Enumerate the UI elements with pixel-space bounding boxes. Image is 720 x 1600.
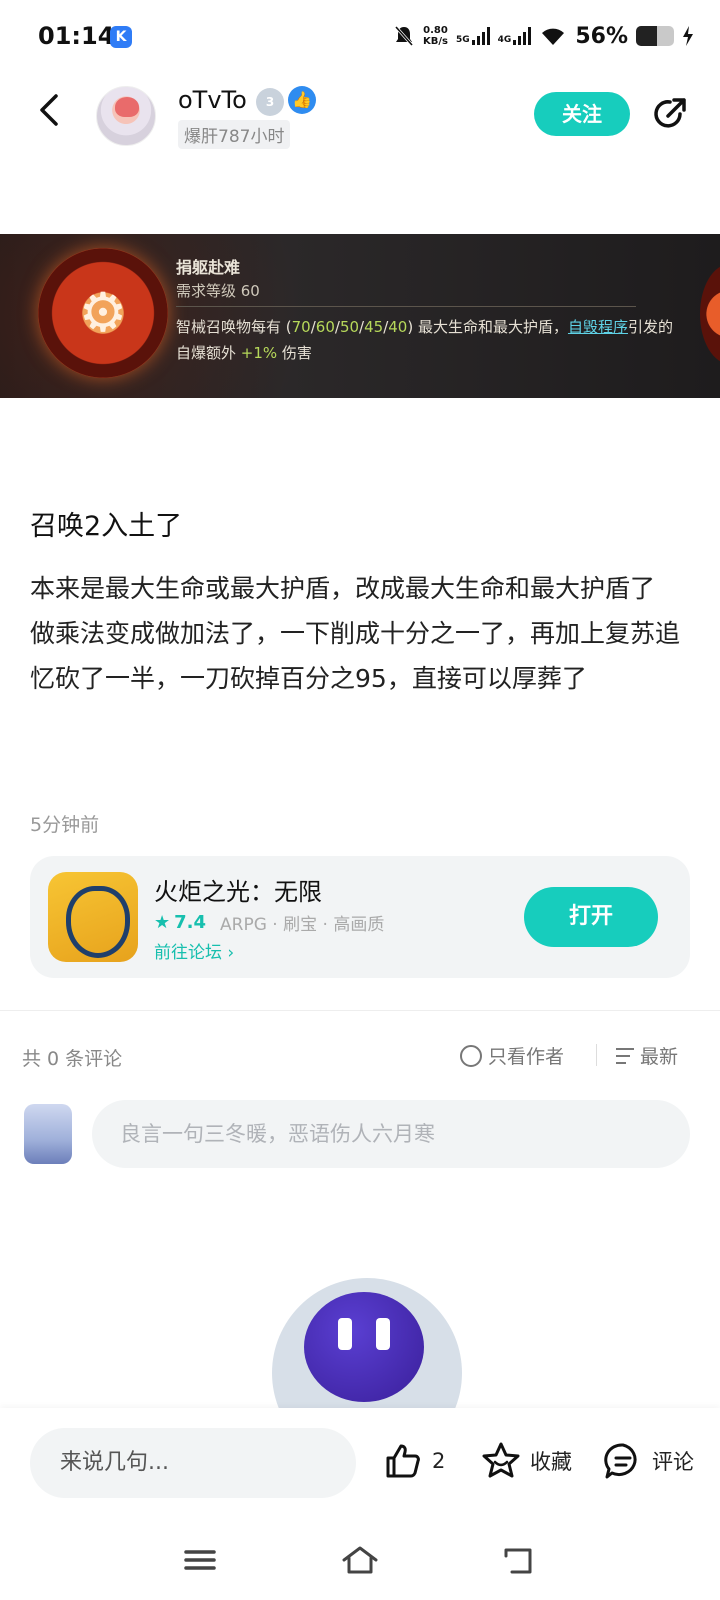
author-username[interactable]: oTvTo (178, 86, 247, 114)
sort-icon (616, 1047, 634, 1064)
author-avatar[interactable] (96, 86, 156, 146)
verified-thumb-icon: 👍 (288, 86, 316, 114)
back-arrow-icon[interactable] (30, 90, 70, 130)
network-speed: 0.80 KB/s (423, 25, 448, 47)
like-count: 2 (432, 1449, 446, 1473)
skill-description: 智械召唤物每有 (70/60/50/45/40) 最大生命和最大护盾，自毁程序引… (176, 314, 686, 366)
my-avatar (24, 1104, 72, 1164)
thumbs-up-icon (386, 1444, 420, 1478)
desc-text: ) 最大生命和最大护盾， (407, 318, 568, 336)
sort-newest-button[interactable]: 最新 (616, 1042, 678, 1069)
k-app-icon: K (110, 26, 132, 48)
sort-label: 最新 (640, 1046, 679, 1068)
battery-percent: 56% (575, 23, 628, 49)
skill-name: 捐躯赴难 (176, 258, 241, 277)
signal-4g-label: 4G (497, 35, 512, 45)
bottom-action-bar: 来说几句... 2 收藏 评论 (0, 1408, 720, 1518)
comment-input[interactable]: 良言一句三冬暖，恶语伤人六月寒 (92, 1100, 690, 1168)
skill-divider (176, 306, 636, 307)
speed-unit: KB/s (423, 36, 449, 47)
favorite-button[interactable]: 收藏 (480, 1436, 572, 1486)
favorite-label: 收藏 (530, 1450, 572, 1474)
signal-bars-icon (513, 27, 532, 45)
comment-button[interactable]: 评论 (602, 1436, 694, 1486)
game-meta: ★ 7.4 ARPG · 刷宝 · 高画质 (154, 910, 384, 935)
charging-icon (683, 26, 693, 46)
game-score: 7.4 (174, 912, 207, 933)
post-title: 召唤2入土了 (30, 511, 183, 542)
post-paragraph: 做乘法变成做加法了，一下削成十分之一了，再加上复苏追忆砍了一半，一刀砍掉百分之9… (30, 619, 681, 693)
status-time: 01:14 (38, 22, 115, 50)
wifi-icon (542, 28, 565, 45)
status-bar: 01:14 K 0.80 KB/s 5G 4G 56% (0, 0, 720, 76)
game-app-icon (48, 872, 138, 962)
author-only-label: 只看作者 (488, 1046, 565, 1068)
go-to-forum-link[interactable]: 前往论坛 › (154, 938, 234, 963)
desc-value: 45 (364, 318, 384, 336)
gear-icon: ⚙ (78, 281, 128, 344)
desc-keyword: 自毁程序 (567, 318, 628, 336)
play-hours-tag: 爆肝787小时 (178, 120, 291, 149)
menu-icon[interactable] (180, 1544, 220, 1576)
chat-bubble-icon (604, 1443, 637, 1479)
level-badge: 3 (256, 88, 284, 116)
comment-label: 评论 (652, 1450, 694, 1474)
share-icon[interactable] (650, 94, 690, 134)
mute-bell-icon (394, 26, 414, 46)
battery-icon (636, 26, 674, 46)
system-nav-bar (0, 1518, 720, 1600)
sort-divider (596, 1044, 597, 1066)
star-icon: ★ (154, 912, 171, 933)
game-name: 火炬之光：无限 (154, 878, 322, 906)
radio-circle-icon (460, 1044, 482, 1067)
game-card[interactable]: 火炬之光：无限 ★ 7.4 ARPG · 刷宝 · 高画质 前往论坛 › 打开 (30, 856, 690, 978)
post-timestamp: 5分钟前 (30, 814, 100, 836)
skill-requirement: 需求等级 60 (176, 282, 260, 300)
back-nav-icon[interactable] (500, 1544, 540, 1576)
follow-button[interactable]: 关注 (534, 92, 630, 136)
desc-value: 70 (291, 318, 311, 336)
desc-text: 智械召唤物每有 ( (176, 318, 292, 336)
mascot-face (304, 1292, 424, 1402)
like-button[interactable]: 2 (382, 1436, 445, 1486)
post-header: oTvTo 3 👍 爆肝787小时 关注 (0, 80, 720, 156)
post-body: 本来是最大生命或最大护盾，改成最大生命和最大护盾了 做乘法变成做加法了，一下削成… (30, 566, 690, 701)
status-indicators: 0.80 KB/s 5G 4G 56% (393, 22, 694, 50)
signal-5g: 5G (456, 27, 490, 45)
game-tags: ARPG · 刷宝 · 高画质 (220, 915, 385, 935)
post-paragraph: 本来是最大生命或最大护盾，改成最大生命和最大护盾了 (30, 574, 656, 603)
desc-value: 50 (339, 318, 360, 336)
signal-5g-label: 5G (456, 35, 470, 45)
home-icon[interactable] (340, 1544, 380, 1576)
say-something-input[interactable]: 来说几句... (30, 1428, 356, 1498)
mascot-eye (376, 1318, 390, 1350)
star-outline-icon (482, 1442, 520, 1478)
post-image-skill-tooltip[interactable]: ⚙ 捐躯赴难 需求等级 60 智械召唤物每有 (70/60/50/45/40) … (0, 234, 720, 398)
desc-value: 40 (388, 318, 408, 336)
desc-bonus: +1% (240, 344, 278, 362)
speed-value: 0.80 (423, 25, 448, 36)
next-skill-icon (700, 264, 720, 364)
desc-value: 60 (315, 318, 335, 336)
section-divider (0, 1010, 720, 1011)
author-only-toggle[interactable]: 只看作者 (460, 1042, 564, 1069)
open-game-button[interactable]: 打开 (524, 887, 658, 947)
signal-4g: 4G (498, 27, 532, 45)
mascot-eye (338, 1318, 352, 1350)
signal-bars-icon (471, 27, 490, 45)
comment-count: 共 0 条评论 (22, 1048, 123, 1070)
desc-text: 伤害 (277, 344, 312, 362)
